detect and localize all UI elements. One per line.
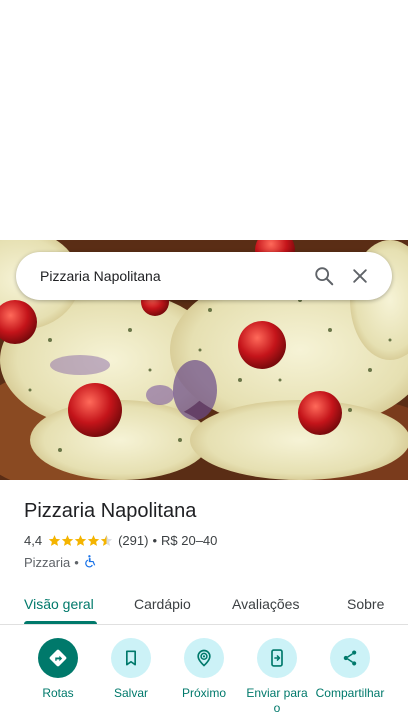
- tab-overview[interactable]: Visão geral: [24, 584, 94, 624]
- place-tabs: Visão geral Cardápio Avaliações Sobre: [0, 584, 408, 625]
- send-to-phone-icon: [257, 638, 297, 678]
- price-range: R$ 20–40: [161, 532, 218, 548]
- close-icon[interactable]: [342, 258, 378, 294]
- save-button[interactable]: Salvar: [93, 638, 169, 701]
- search-icon[interactable]: [306, 258, 342, 294]
- nearby-button[interactable]: Próximo: [166, 638, 242, 701]
- star-icon: [61, 534, 74, 546]
- tab-menu[interactable]: Cardápio: [134, 584, 191, 624]
- nearby-icon: [184, 638, 224, 678]
- action-buttons: Rotas Salvar Próximo Enviar para o Compa…: [0, 638, 408, 720]
- rating-row[interactable]: 4,4 (291) • R$ 20–40: [24, 531, 217, 549]
- wheelchair-accessible-icon: [83, 554, 97, 571]
- active-tab-indicator: [24, 621, 97, 624]
- directions-button[interactable]: Rotas: [20, 638, 96, 701]
- place-info: Pizzaria Napolitana 4,4 (291) • R$ 20–40…: [24, 497, 217, 571]
- bookmark-icon: [111, 638, 151, 678]
- search-input[interactable]: [40, 268, 306, 284]
- review-count: (291): [118, 532, 149, 548]
- send-to-phone-button[interactable]: Enviar para o: [239, 638, 315, 716]
- star-rating: [48, 534, 113, 547]
- save-label: Salvar: [113, 686, 148, 700]
- share-icon: [330, 638, 370, 678]
- star-icon: [74, 534, 87, 546]
- place-title: Pizzaria Napolitana: [24, 500, 197, 522]
- directions-icon: [38, 638, 78, 678]
- tab-about[interactable]: Sobre: [347, 584, 384, 624]
- star-icon: [87, 534, 100, 546]
- rating-value: 4,4: [24, 532, 43, 548]
- search-bar[interactable]: [16, 252, 392, 300]
- tab-reviews[interactable]: Avaliações: [232, 584, 299, 624]
- share-label: Compartilhar: [315, 686, 385, 700]
- star-icon: [48, 534, 61, 546]
- nearby-label: Próximo: [181, 686, 226, 700]
- half-star-icon: [100, 534, 113, 546]
- separator-dot: •: [152, 532, 157, 548]
- share-button[interactable]: Compartilhar: [312, 638, 388, 701]
- category-separator: •: [74, 554, 79, 570]
- send-to-phone-label: Enviar para o: [246, 686, 308, 715]
- directions-label: Rotas: [42, 686, 74, 700]
- category-label: Pizzaria: [24, 554, 71, 570]
- category-row: Pizzaria •: [24, 553, 217, 571]
